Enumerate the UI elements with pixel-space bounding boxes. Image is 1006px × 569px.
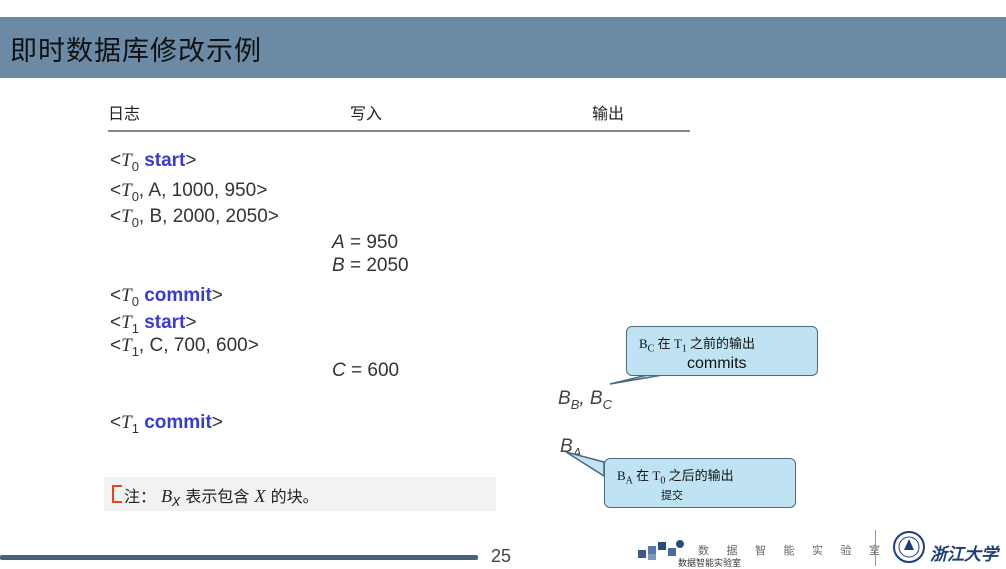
top-strip <box>0 0 1006 17</box>
callout-after-commit: BA 在 T0 之后的输出 提交 <box>604 458 796 508</box>
note-marker-icon <box>112 485 122 503</box>
log-row: <T0 commit> <box>110 285 223 309</box>
footer-line <box>0 555 478 560</box>
transaction-sub: 0 <box>131 188 139 204</box>
transaction-name: T <box>121 412 132 433</box>
transaction-name: T <box>121 180 132 201</box>
callout-before-commit: BC 在 T1 之前的输出 commits <box>626 326 818 376</box>
callout-text: BC 在 T1 之前的输出 <box>639 336 756 355</box>
page-number: 25 <box>491 546 512 566</box>
log-row: <T1 start> <box>110 312 197 336</box>
output-value: BB, BC <box>558 388 612 412</box>
write-val: = 950 <box>344 232 399 253</box>
note-text: 注： BX 表示包含 X 的块。 <box>124 486 319 510</box>
transaction-name: T <box>121 150 132 171</box>
slide-title: 即时数据库修改示例 <box>10 36 262 67</box>
log-row: <T1, C, 700, 600> <box>110 335 259 359</box>
write-value: C = 600 <box>332 360 399 382</box>
log-keyword: commit <box>144 285 212 306</box>
log-record: , A, 1000, 950> <box>138 180 268 201</box>
write-var: A <box>332 232 345 253</box>
callout-subtext: 提交 <box>661 489 683 502</box>
header-log: 日志 <box>108 104 141 123</box>
write-val: = 2050 <box>344 255 409 276</box>
output-sub: C <box>602 396 612 412</box>
university-seal-icon <box>893 531 925 563</box>
header-output: 输出 <box>592 104 625 123</box>
log-row: <T1 commit> <box>110 412 223 436</box>
log-keyword: start <box>144 312 186 333</box>
transaction-sub: 1 <box>131 420 139 436</box>
output-block: B <box>560 436 573 457</box>
lab-subtitle: 数据智能实验室 <box>678 559 742 569</box>
callout-subtext: commits <box>687 355 747 372</box>
transaction-name: T <box>121 312 132 333</box>
output-separator: , <box>579 388 590 409</box>
callout-text: BA 在 T0 之后的输出 <box>617 468 734 487</box>
output-sub: A <box>572 444 582 460</box>
header-write: 写入 <box>350 104 383 123</box>
transaction-sub: 0 <box>131 158 139 174</box>
write-value: A = 950 <box>332 232 398 254</box>
write-var: B <box>332 255 345 276</box>
output-value: BA <box>560 436 581 460</box>
transaction-name: T <box>121 335 132 356</box>
header-rule <box>108 130 690 132</box>
transaction-sub: 0 <box>131 214 139 230</box>
university-name: 浙江大学 <box>930 545 998 565</box>
output-block: B <box>589 388 603 409</box>
transaction-sub: 0 <box>131 293 139 309</box>
title-bar: 即时数据库修改示例 <box>0 17 1006 78</box>
log-record: , B, 2000, 2050> <box>138 206 279 227</box>
write-var: C <box>332 360 346 381</box>
log-row: <T0 start> <box>110 150 197 174</box>
transaction-sub: 1 <box>131 343 139 359</box>
log-record: , C, 700, 600> <box>138 335 259 356</box>
transaction-name: T <box>121 206 132 227</box>
output-block: B <box>558 388 571 409</box>
log-row: <T0, A, 1000, 950> <box>110 180 268 204</box>
note-box: 注： BX 表示包含 X 的块。 <box>104 477 496 511</box>
log-row: <T0, B, 2000, 2050> <box>110 206 279 230</box>
footer-divider <box>875 530 876 566</box>
log-keyword: commit <box>144 412 212 433</box>
write-value: B = 2050 <box>332 255 409 277</box>
transaction-name: T <box>121 285 132 306</box>
transaction-sub: 1 <box>131 320 139 336</box>
log-keyword: start <box>144 150 186 171</box>
write-val: = 600 <box>345 360 400 381</box>
